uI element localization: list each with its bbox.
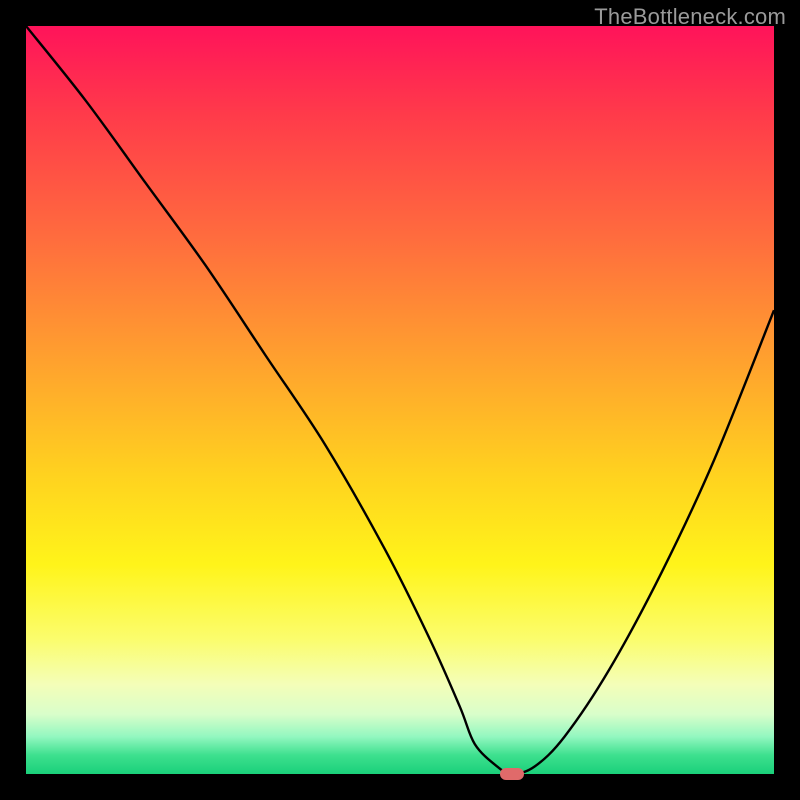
chart-plot-area [26, 26, 774, 774]
chart-frame: TheBottleneck.com [0, 0, 800, 800]
optimal-point-marker [500, 768, 524, 780]
bottleneck-curve [26, 26, 774, 774]
watermark-text: TheBottleneck.com [594, 4, 786, 30]
